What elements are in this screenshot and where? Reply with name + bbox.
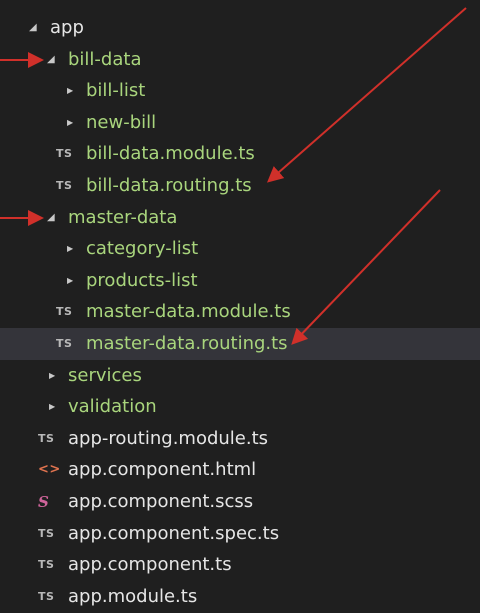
tree-file-row[interactable]: Sapp.component.scss: [0, 486, 480, 518]
folder-label: category-list: [86, 238, 199, 260]
file-label: app-routing.module.ts: [68, 427, 269, 449]
folder-label: app: [50, 17, 84, 38]
file-label: master-data.routing.ts: [86, 333, 288, 354]
tree-folder-row[interactable]: ▶ category-list: [0, 233, 480, 265]
tree-folder-row[interactable]: ◢ master-data: [0, 202, 480, 234]
ts-file-icon: TS: [38, 431, 55, 445]
folder-label: bill-list: [86, 80, 146, 102]
ts-file-icon: TS: [56, 147, 73, 161]
tree-file-row[interactable]: TS master-data.module.ts: [0, 296, 480, 328]
ts-file-icon: TS: [38, 558, 55, 572]
tree-file-row[interactable]: TS app-routing.module.ts: [0, 423, 480, 455]
html-file-icon: <>: [38, 462, 61, 478]
triangle-right-icon[interactable]: ▶: [49, 391, 55, 423]
file-label: bill-data.routing.ts: [86, 175, 252, 196]
tree-file-row[interactable]: TS app.component.spec.ts: [0, 518, 480, 550]
tree-folder-row[interactable]: ▶ validation: [0, 391, 480, 423]
folder-label: master-data: [68, 206, 178, 228]
file-label: app.component.html: [68, 459, 257, 481]
triangle-right-icon[interactable]: ▶: [67, 265, 73, 297]
folder-label: new-bill: [86, 111, 157, 133]
tree-file-row[interactable]: TS app.module.ts: [0, 581, 480, 613]
tree-file-row[interactable]: TS master-data.routing.ts: [0, 328, 480, 360]
triangle-down-icon[interactable]: ◢: [47, 44, 55, 76]
tree-folder-row[interactable]: ◢ app: [0, 12, 480, 44]
file-label: master-data.module.ts: [86, 301, 291, 323]
file-explorer-tree: ◢ app ◢ bill-data ▶ bill-list ▶ new-bill TS bill-…: [0, 0, 480, 613]
triangle-right-icon[interactable]: ▶: [67, 233, 73, 265]
tree-file-row[interactable]: TS app.component.ts: [0, 549, 480, 581]
ts-file-icon: TS: [38, 589, 55, 603]
folder-label: services: [68, 364, 142, 386]
triangle-right-icon[interactable]: ▶: [67, 75, 73, 107]
folder-label: bill-data: [68, 48, 142, 70]
triangle-down-icon[interactable]: ◢: [47, 202, 55, 234]
tree-folder-row[interactable]: ▶ new-bill: [0, 107, 480, 139]
triangle-right-icon[interactable]: ▶: [67, 107, 73, 139]
triangle-right-icon[interactable]: ▶: [49, 360, 55, 392]
file-label: app.component.scss: [68, 491, 254, 512]
triangle-down-icon[interactable]: ◢: [29, 12, 37, 44]
file-label: app.component.ts: [68, 554, 232, 576]
tree-folder-row[interactable]: ▶ products-list: [0, 265, 480, 297]
tree-folder-row[interactable]: ▶ services: [0, 360, 480, 392]
tree-folder-row[interactable]: ▶ bill-list: [0, 75, 480, 107]
file-label: app.component.spec.ts: [68, 522, 280, 544]
ts-file-icon: TS: [56, 305, 73, 319]
sass-file-icon: S: [38, 493, 50, 511]
ts-file-icon: TS: [56, 337, 73, 350]
tree-folder-row[interactable]: ◢ bill-data: [0, 44, 480, 76]
ts-file-icon: TS: [56, 179, 73, 192]
file-label: app.module.ts: [68, 585, 198, 607]
folder-label: products-list: [86, 269, 198, 291]
file-label: bill-data.module.ts: [86, 143, 255, 165]
tree-file-row[interactable]: TS bill-data.module.ts: [0, 138, 480, 170]
ts-file-icon: TS: [38, 526, 55, 540]
tree-file-row[interactable]: TS bill-data.routing.ts: [0, 170, 480, 202]
tree-file-row[interactable]: <> app.component.html: [0, 454, 480, 486]
folder-label: validation: [68, 396, 157, 418]
